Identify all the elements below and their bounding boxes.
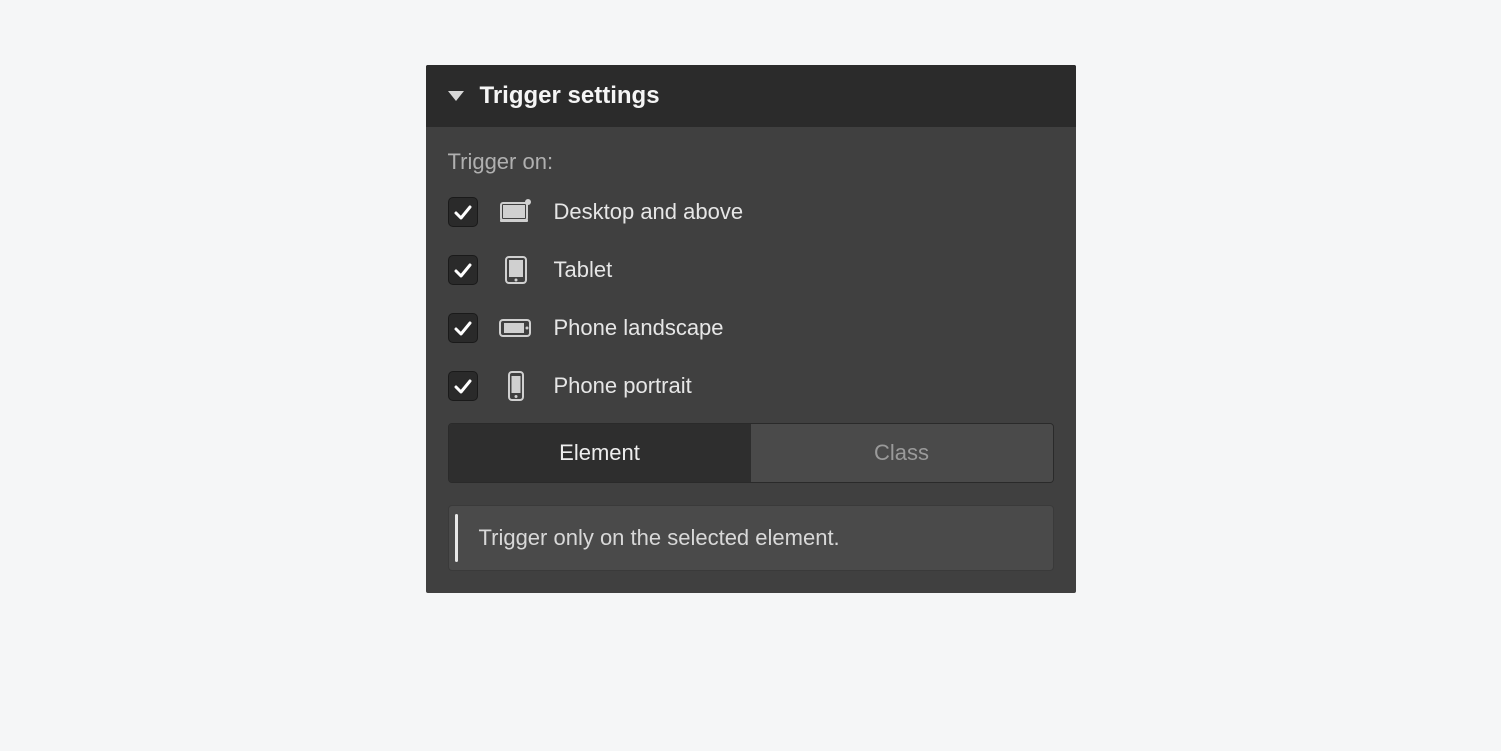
checkbox-desktop[interactable] xyxy=(448,197,478,227)
toggle-element[interactable]: Element xyxy=(449,424,751,482)
option-label-phone-landscape: Phone landscape xyxy=(554,315,724,341)
info-text: Trigger only on the selected element. xyxy=(479,525,840,551)
option-label-phone-portrait: Phone portrait xyxy=(554,373,692,399)
panel-body: Trigger on: Desktop and above xyxy=(426,127,1076,593)
panel-title: Trigger settings xyxy=(480,82,660,110)
option-row-tablet: Tablet xyxy=(448,255,1054,285)
info-row: Trigger only on the selected element. xyxy=(448,505,1054,571)
option-row-phone-portrait: Phone portrait xyxy=(448,371,1054,401)
checkbox-phone-landscape[interactable] xyxy=(448,313,478,343)
scope-toggle-group: Element Class xyxy=(448,423,1054,483)
tablet-icon xyxy=(498,255,534,285)
option-label-desktop: Desktop and above xyxy=(554,199,744,225)
trigger-on-label: Trigger on: xyxy=(448,149,1054,175)
phone-portrait-icon xyxy=(498,371,534,401)
toggle-class[interactable]: Class xyxy=(751,424,1053,482)
desktop-icon xyxy=(498,197,534,227)
phone-landscape-icon xyxy=(498,313,534,343)
collapse-icon xyxy=(448,90,464,102)
option-row-desktop: Desktop and above xyxy=(448,197,1054,227)
checkbox-phone-portrait[interactable] xyxy=(448,371,478,401)
option-row-phone-landscape: Phone landscape xyxy=(448,313,1054,343)
option-label-tablet: Tablet xyxy=(554,257,613,283)
panel-header[interactable]: Trigger settings xyxy=(426,65,1076,127)
checkbox-tablet[interactable] xyxy=(448,255,478,285)
trigger-settings-panel: Trigger settings Trigger on: Desktop and… xyxy=(426,65,1076,593)
